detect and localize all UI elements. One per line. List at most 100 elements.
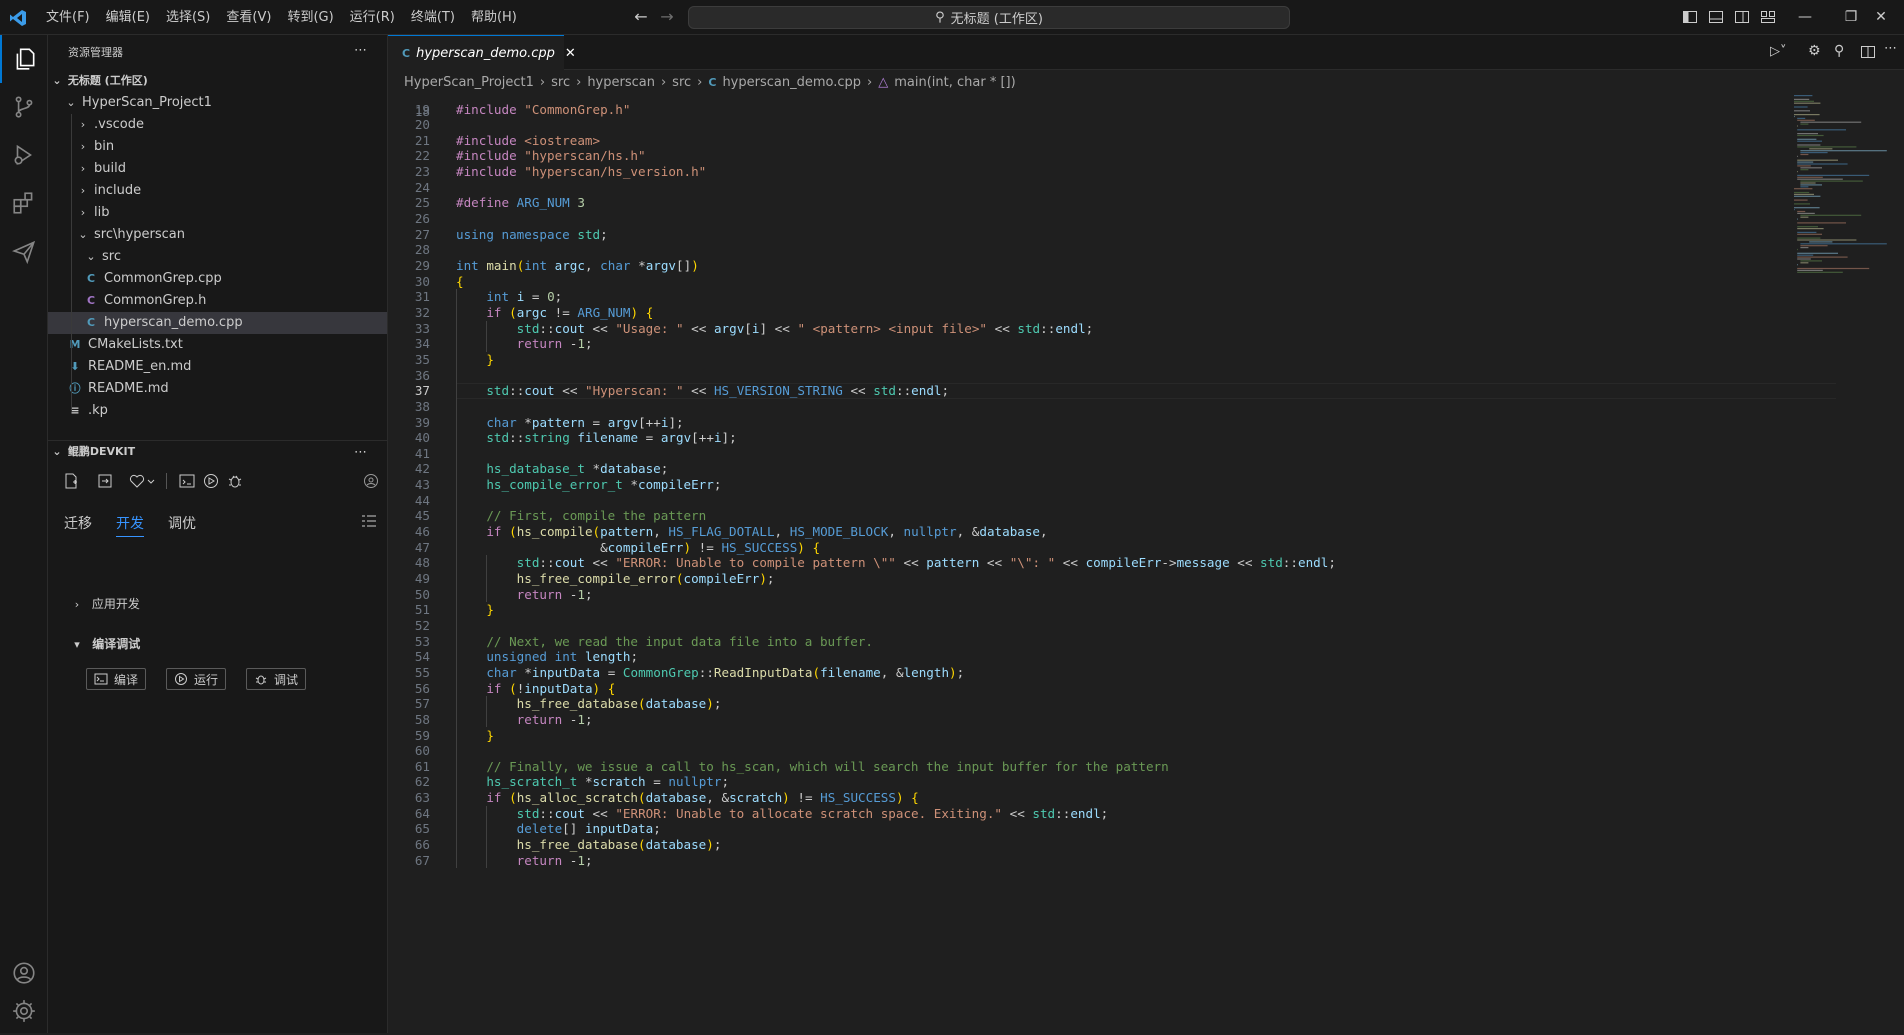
code-text: #include "CommonGrep.h" xyxy=(456,101,631,117)
code-text: hs_scratch_t *scratch = nullptr; xyxy=(486,774,730,790)
minimize-window-button[interactable]: — xyxy=(1782,0,1828,35)
menu-item[interactable]: 转到(G) xyxy=(279,0,341,35)
user-profile-icon[interactable] xyxy=(362,472,380,490)
tree-folder[interactable]: › build xyxy=(48,158,387,180)
tree-folder[interactable]: › include xyxy=(48,180,387,202)
tab-tuning[interactable]: 调优 xyxy=(168,513,196,533)
minimap-line xyxy=(1809,148,1833,150)
tree-item-label: include xyxy=(94,183,142,198)
menu-item[interactable]: 文件(F) xyxy=(38,0,98,35)
minimap-line xyxy=(1800,216,1809,218)
menu-item[interactable]: 帮助(H) xyxy=(463,0,525,35)
more-actions-icon[interactable]: ⋯ xyxy=(354,43,367,58)
minimap-line xyxy=(1794,193,1814,195)
customize-layout-icon[interactable] xyxy=(1760,9,1776,25)
new-project-icon[interactable] xyxy=(62,472,80,490)
extensions-icon[interactable] xyxy=(0,179,48,227)
tree-file[interactable]: Chyperscan_demo.cpp xyxy=(48,312,387,334)
settings-gear-icon[interactable] xyxy=(0,987,48,1035)
minimap-line xyxy=(1800,245,1828,247)
menu-item[interactable]: 编辑(E) xyxy=(98,0,158,35)
debug-button[interactable]: 调试 xyxy=(246,668,307,690)
run-button[interactable]: 运行 xyxy=(166,668,227,690)
source-control-icon[interactable] xyxy=(0,83,48,131)
tree-file[interactable]: ⬇ README_en.md xyxy=(48,356,387,378)
breadcrumb-item[interactable]: main(int, char * []) xyxy=(894,75,1015,90)
tree-file[interactable]: ≡ .kp xyxy=(48,400,387,422)
code-text: hs_database_t *database; xyxy=(486,461,669,477)
minimap-line xyxy=(1800,121,1862,123)
breadcrumb-item[interactable]: HyperScan_Project1 xyxy=(404,75,534,90)
minimap-line xyxy=(1794,195,1821,197)
toggle-primary-sidebar-icon[interactable] xyxy=(1682,9,1698,25)
forward-arrow-icon[interactable]: → xyxy=(658,8,676,26)
explorer-icon[interactable] xyxy=(0,35,48,83)
minimap-line xyxy=(1797,252,1838,254)
tree-file[interactable]: C CommonGrep.cpp xyxy=(48,268,387,290)
code-text: // Finally, we issue a call to hs_scan, … xyxy=(456,758,1169,774)
tree-indent-guide xyxy=(71,114,72,411)
toggle-secondary-sidebar-icon[interactable] xyxy=(1734,9,1750,25)
code-editor[interactable]: 18 19 #include "CommonGrep.h" 20 21 #include… xyxy=(388,93,1904,1033)
tree-folder[interactable]: ⌄ src\hyperscan xyxy=(48,224,387,246)
minimap-line xyxy=(1794,209,1795,211)
workspace-header[interactable]: ⌄ 无标题 (工作区) xyxy=(48,70,387,92)
close-tab-icon[interactable]: ✕ xyxy=(565,46,576,61)
menu-item[interactable]: 查看(V) xyxy=(218,0,279,35)
import-project-icon[interactable] xyxy=(96,472,114,490)
tree-file[interactable]: C CommonGrep.h xyxy=(48,290,387,312)
code-text: int main(int argc, char *argv[]) xyxy=(456,258,699,273)
tree-folder[interactable]: › lib xyxy=(48,202,387,224)
tab-develop[interactable]: 开发 xyxy=(116,513,144,537)
tree-folder[interactable]: › bin xyxy=(48,136,387,158)
list-view-icon[interactable] xyxy=(360,513,378,531)
health-check-dropdown-icon[interactable] xyxy=(128,472,156,490)
gear-icon[interactable]: ⚙ xyxy=(1808,43,1821,59)
minimap-line xyxy=(1797,264,1798,266)
back-arrow-icon[interactable]: ← xyxy=(632,8,650,26)
minimap-line xyxy=(1800,214,1862,216)
code-text: #include <iostream> xyxy=(456,132,601,148)
run-debug-icon[interactable] xyxy=(0,131,48,179)
breadcrumb-item[interactable]: src xyxy=(551,75,570,90)
close-window-button[interactable]: ✕ xyxy=(1858,0,1904,35)
breadcrumb-item[interactable]: hyperscan_demo.cpp xyxy=(722,75,861,90)
breadcrumb-item[interactable]: hyperscan xyxy=(587,75,655,90)
minimap-line xyxy=(1794,110,1810,112)
toggle-panel-icon[interactable] xyxy=(1708,9,1724,25)
tree-item-label: build xyxy=(94,161,126,176)
menu-item[interactable]: 选择(S) xyxy=(158,0,218,35)
minimap[interactable] xyxy=(1792,93,1892,273)
tree-folder[interactable]: › .vscode xyxy=(48,114,387,136)
app-dev-section[interactable]: › 应用开发 xyxy=(48,593,387,615)
kunpeng-devkit-icon[interactable] xyxy=(0,227,48,275)
line-number: 50 xyxy=(414,586,430,602)
line-number: 43 xyxy=(414,477,430,493)
run-icon[interactable] xyxy=(202,472,220,490)
menu-item[interactable]: 运行(R) xyxy=(342,0,403,35)
command-center-search[interactable]: ⚲ 无标题 (工作区) xyxy=(688,6,1290,29)
tree-file[interactable]: M CMakeLists.txt xyxy=(48,334,387,356)
devkit-header[interactable]: ⌄ 鲲鹏DEVKIT xyxy=(48,441,387,463)
tree-file[interactable]: ⓘ README.md xyxy=(48,378,387,400)
menu-item[interactable]: 终端(T) xyxy=(403,0,463,35)
minimap-line xyxy=(1797,144,1821,146)
tree-folder[interactable]: ⌄ HyperScan_Project1 xyxy=(48,92,387,114)
split-editor-icon[interactable] xyxy=(1860,44,1876,64)
devkit-more-icon[interactable]: ⋯ xyxy=(354,445,367,460)
search-icon[interactable]: ⚲ xyxy=(1834,43,1844,59)
minimap-line xyxy=(1794,114,1820,116)
editor-more-actions-icon[interactable]: ⋯ xyxy=(1884,41,1897,56)
editor-tab-active[interactable]: C hyperscan_demo.cpp ✕ xyxy=(388,35,576,70)
minimap-line xyxy=(1797,146,1857,148)
run-dropdown-icon[interactable]: ▷˅ xyxy=(1770,44,1787,59)
tree-folder[interactable]: ⌄ src xyxy=(48,246,387,268)
compile-debug-section[interactable]: ▾ 编译调试 xyxy=(48,633,387,655)
chevron-right-icon: › xyxy=(80,184,86,197)
compile-icon[interactable] xyxy=(178,472,196,490)
tab-migrate[interactable]: 迁移 xyxy=(64,513,92,533)
breadcrumb-item[interactable]: src xyxy=(672,75,691,90)
debug-icon[interactable] xyxy=(226,472,244,490)
code-text: char *pattern = argv[++i]; xyxy=(486,414,684,430)
compile-button[interactable]: 编译 xyxy=(86,668,147,690)
